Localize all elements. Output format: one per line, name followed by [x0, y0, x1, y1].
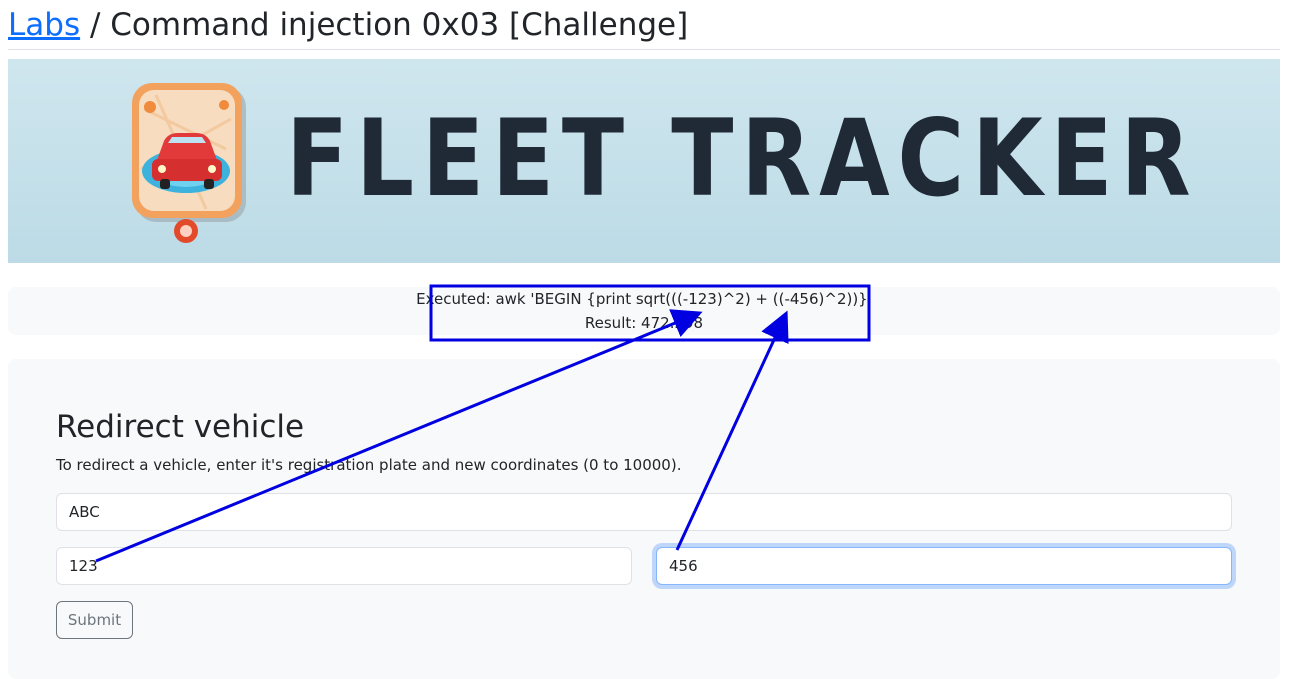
- form-heading: Redirect vehicle: [56, 409, 305, 445]
- result-value: Result: 472.298: [584, 314, 704, 332]
- labs-link[interactable]: Labs: [8, 7, 80, 43]
- car-map-pin-icon: [132, 83, 246, 243]
- submit-button[interactable]: Submit: [56, 601, 133, 639]
- plate-input[interactable]: [56, 493, 1232, 531]
- page-header: Labs / Command injection 0x03 [Challenge…: [8, 0, 1280, 50]
- redirect-form-card: Redirect vehicle To redirect a vehicle, …: [8, 359, 1280, 679]
- form-description: To redirect a vehicle, enter it's regist…: [56, 456, 682, 474]
- execution-result: Executed: awk 'BEGIN {print sqrt(((-123)…: [8, 287, 1280, 335]
- page-title-text: / Command injection 0x03 [Challenge]: [80, 7, 689, 43]
- y-coordinate-input[interactable]: [656, 547, 1232, 585]
- fleet-tracker-banner: FLEET TRACKER: [8, 59, 1280, 263]
- banner-title: FLEET TRACKER: [286, 97, 1199, 220]
- executed-command: Executed: awk 'BEGIN {print sqrt(((-123)…: [416, 290, 872, 308]
- page-title: Labs / Command injection 0x03 [Challenge…: [8, 6, 688, 44]
- x-coordinate-input[interactable]: [56, 547, 632, 585]
